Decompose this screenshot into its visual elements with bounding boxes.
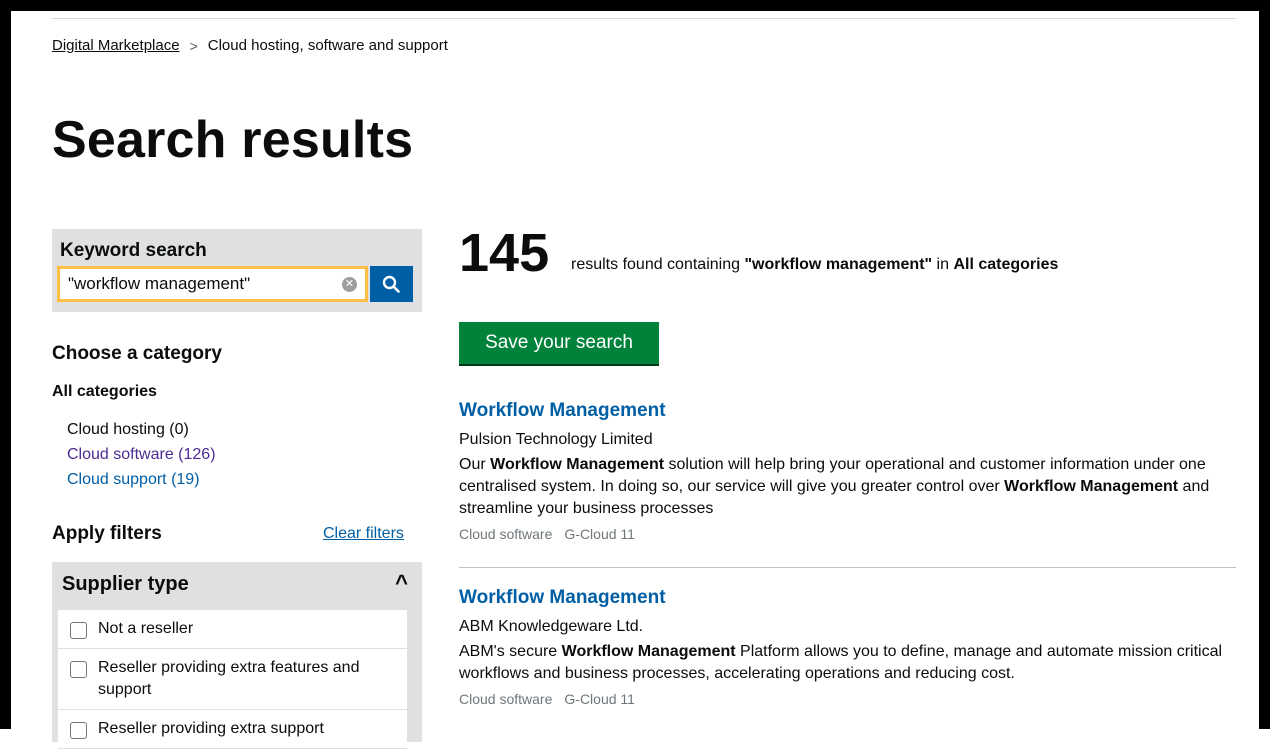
- result-supplier: Pulsion Technology Limited: [459, 431, 653, 448]
- window-frame-left: [0, 0, 11, 729]
- supplier-type-title[interactable]: Supplier type: [62, 573, 189, 596]
- breadcrumb-home-link[interactable]: Digital Marketplace: [52, 37, 180, 54]
- option-label: Reseller providing extra features and su…: [98, 659, 360, 698]
- keyword-input-wrapper: ✕: [57, 266, 368, 302]
- category-cloud-software-link[interactable]: Cloud software (126): [67, 442, 216, 467]
- supplier-option-not-reseller[interactable]: Not a reseller: [58, 610, 407, 649]
- keyword-search-label: Keyword search: [60, 240, 207, 261]
- breadcrumb: Digital Marketplace > Cloud hosting, sof…: [52, 37, 448, 54]
- result-description: Our Workflow Management solution will he…: [459, 456, 1210, 517]
- summary-category: All categories: [953, 256, 1059, 273]
- category-all-selected: All categories: [52, 383, 157, 400]
- breadcrumb-separator: >: [189, 37, 198, 54]
- save-search-button[interactable]: Save your search: [459, 322, 659, 364]
- category-cloud-hosting: Cloud hosting (0): [67, 421, 189, 438]
- chevron-up-icon[interactable]: ^: [395, 570, 408, 596]
- option-label: Not a reseller: [98, 620, 194, 637]
- result-meta: Cloud software G-Cloud 11: [459, 526, 1236, 542]
- checkbox[interactable]: [70, 661, 87, 678]
- search-button[interactable]: [370, 266, 413, 302]
- bottom-fade: [459, 705, 1236, 729]
- checkbox[interactable]: [70, 622, 87, 639]
- result-lot: Cloud software: [459, 526, 553, 542]
- search-result: Workflow Management ABM Knowledgeware Lt…: [459, 587, 1236, 707]
- search-result: Workflow Management Pulsion Technology L…: [459, 400, 1236, 542]
- breadcrumb-current: Cloud hosting, software and support: [207, 37, 448, 54]
- summary-pre: results found containing: [571, 256, 745, 273]
- category-cloud-support-link[interactable]: Cloud support (19): [67, 467, 216, 492]
- summary-query: "workflow management": [744, 256, 933, 273]
- keyword-search-panel: Keyword search ✕: [52, 229, 422, 312]
- supplier-type-filter: Supplier type ^ Not a reseller Reseller …: [52, 562, 422, 749]
- result-summary-text: results found containing "workflow manag…: [571, 256, 1058, 274]
- result-count: 145: [459, 223, 550, 283]
- supplier-option-reseller-features[interactable]: Reseller providing extra features and su…: [58, 649, 407, 710]
- category-list: Cloud hosting (0) Cloud software (126) C…: [67, 417, 216, 492]
- apply-filters-heading: Apply filters: [52, 523, 162, 544]
- supplier-option-reseller-support[interactable]: Reseller providing extra support: [58, 710, 407, 749]
- search-icon: [382, 275, 400, 293]
- clear-filters-link[interactable]: Clear filters: [323, 525, 404, 543]
- result-divider: [459, 567, 1236, 568]
- window-frame-top: [0, 0, 1270, 11]
- category-heading: Choose a category: [52, 343, 222, 364]
- page-title: Search results: [52, 111, 414, 169]
- result-title-link[interactable]: Workflow Management: [459, 587, 1236, 609]
- supplier-type-options: Not a reseller Reseller providing extra …: [58, 610, 407, 749]
- result-framework: G-Cloud 11: [564, 526, 635, 542]
- window-frame-right: [1259, 0, 1270, 729]
- result-title-link[interactable]: Workflow Management: [459, 400, 1236, 422]
- checkbox[interactable]: [70, 722, 87, 739]
- summary-mid: in: [932, 256, 954, 273]
- result-supplier: ABM Knowledgeware Ltd.: [459, 618, 644, 635]
- clear-input-icon[interactable]: ✕: [342, 277, 357, 292]
- result-description: ABM's secure Workflow Management Platfor…: [459, 643, 1223, 682]
- keyword-search-input[interactable]: [60, 269, 346, 299]
- header-rule: [52, 18, 1236, 19]
